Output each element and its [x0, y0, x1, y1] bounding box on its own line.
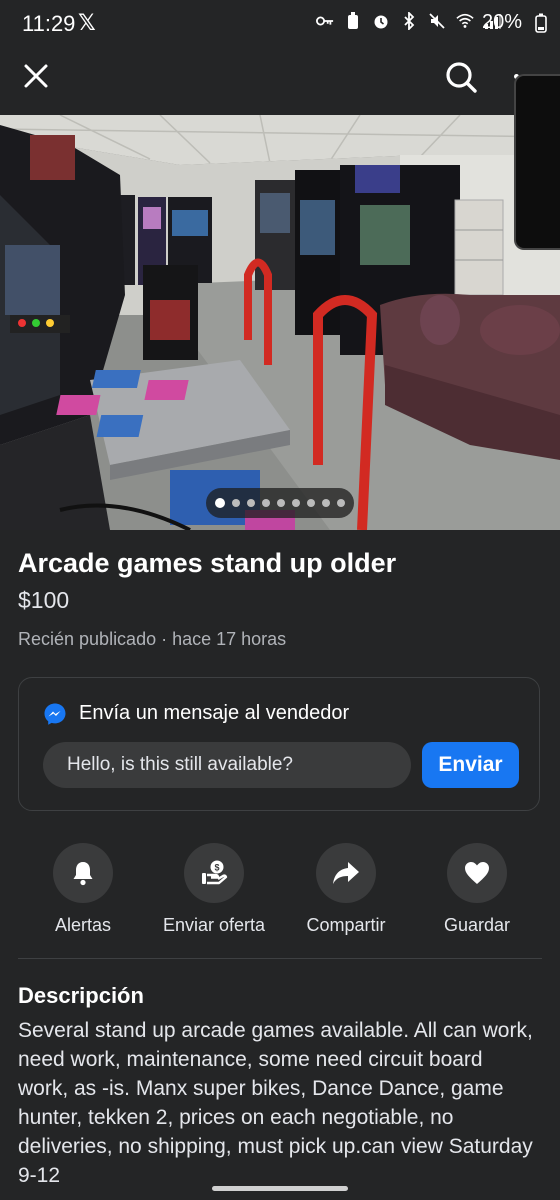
- page-dot[interactable]: [292, 499, 300, 507]
- listing-posted-time: Recién publicado · hace 17 horas: [18, 629, 287, 649]
- x-app-icon: 𝕏: [78, 10, 96, 35]
- send-offer-label: Enviar oferta: [162, 915, 266, 935]
- page-dot-active[interactable]: [215, 498, 225, 508]
- send-offer-button[interactable]: $ Enviar oferta: [154, 843, 274, 936]
- description-heading: Descripción: [18, 983, 144, 1008]
- alerts-label: Alertas: [54, 915, 112, 935]
- listing-title: Arcade games stand up older: [18, 548, 397, 578]
- page-dot[interactable]: [322, 499, 330, 507]
- section-divider: [18, 958, 542, 959]
- share-button[interactable]: Compartir: [286, 843, 406, 936]
- send-button[interactable]: Enviar: [422, 742, 519, 788]
- save-label: Guardar: [443, 915, 511, 935]
- arcade-room-image: [0, 115, 560, 530]
- status-time: 11:29: [22, 11, 76, 36]
- bell-icon: [73, 862, 93, 886]
- offer-icon: $: [202, 860, 228, 885]
- share-label: Compartir: [306, 915, 386, 935]
- svg-text:$: $: [214, 863, 219, 873]
- battery-icon: [532, 13, 550, 33]
- messenger-icon: [44, 703, 66, 725]
- search-button[interactable]: [440, 56, 482, 98]
- photo-pagination: [206, 488, 354, 518]
- page-dot[interactable]: [307, 499, 315, 507]
- listing-price: $100: [18, 587, 70, 613]
- alerts-button[interactable]: Alertas: [23, 843, 143, 936]
- mute-icon: [428, 12, 446, 30]
- battery-saver-icon: [344, 12, 362, 30]
- share-icon: [333, 862, 359, 884]
- send-offer-circle: $: [184, 843, 244, 903]
- page-dot[interactable]: [277, 499, 285, 507]
- close-button[interactable]: [18, 58, 54, 94]
- gesture-nav-bar[interactable]: [212, 1186, 348, 1191]
- share-circle: [316, 843, 376, 903]
- bluetooth-icon: [400, 12, 418, 30]
- message-input[interactable]: [43, 742, 411, 788]
- listing-photo[interactable]: [0, 115, 560, 530]
- page-dot[interactable]: [232, 499, 240, 507]
- page-dot[interactable]: [262, 499, 270, 507]
- close-icon: [24, 64, 48, 88]
- status-icons: [316, 12, 502, 30]
- alerts-circle: [53, 843, 113, 903]
- search-icon: [446, 62, 477, 93]
- page-dot[interactable]: [337, 499, 345, 507]
- description-body: Several stand up arcade games available.…: [18, 1019, 533, 1187]
- battery-percent: 20%: [482, 11, 523, 33]
- heart-icon: [465, 862, 489, 884]
- message-heading: Envía un mensaje al vendedor: [79, 702, 350, 724]
- side-panel-thumbnail[interactable]: [514, 74, 560, 250]
- status-bar: 11:29 𝕏 20%: [0, 0, 560, 48]
- save-circle: [447, 843, 507, 903]
- page-dot[interactable]: [247, 499, 255, 507]
- alarm-icon: [372, 12, 390, 30]
- wifi-icon: [456, 12, 474, 30]
- key-icon: [316, 12, 334, 30]
- message-seller-card: Envía un mensaje al vendedor Enviar: [18, 677, 540, 811]
- save-button[interactable]: Guardar: [417, 843, 537, 936]
